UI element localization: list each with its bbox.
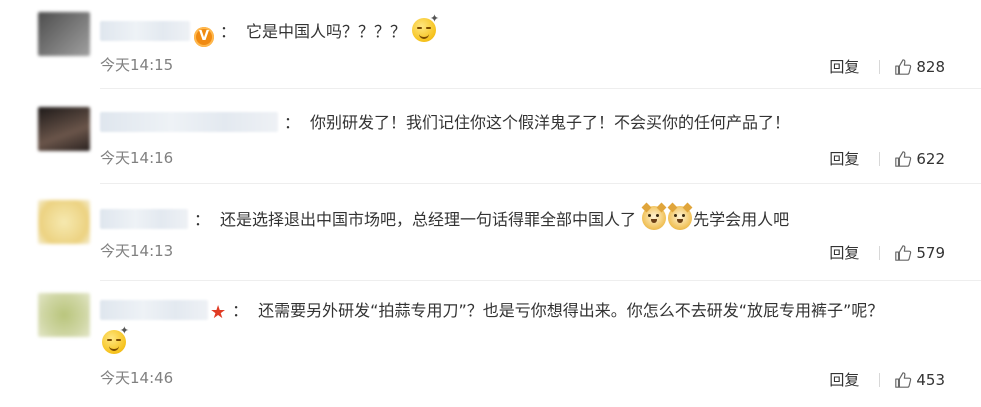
star-badge-icon: ★ [210,302,227,323]
doge-emoji-icon [641,202,667,230]
thumbs-up-icon [895,59,912,75]
like-count: 453 [916,371,945,389]
comment-text: 还需要另外研发“拍蒜专用刀”？也是亏你想得出来。你怎么不去研发“放屁专用裤子”呢… [258,301,884,320]
username[interactable] [100,209,188,229]
thumbs-up-icon [895,372,912,388]
thumbs-up-icon [895,151,912,167]
username[interactable] [100,112,278,132]
reply-button[interactable]: 回复 [829,242,859,264]
comment-item: ★：还需要另外研发“拍蒜专用刀”？也是亏你想得出来。你怎么不去研发“放屁专用裤子… [0,281,981,407]
like-button[interactable]: 828 [894,56,945,78]
comment-item: ：还是选择退出中国市场吧，总经理一句话得罪全部中国人了 先学会用人吧 今天14:… [0,184,981,280]
avatar[interactable] [38,107,90,151]
avatar[interactable] [38,293,90,337]
comment-item: ：你别研发了！我们记住你这个假洋鬼子了！不会买你的任何产品了！ 今天14:16 … [0,89,981,183]
divider [879,373,881,387]
username[interactable] [100,300,208,320]
thumbs-up-icon [895,245,912,261]
avatar[interactable] [38,12,90,56]
like-count: 579 [916,244,945,262]
comment-time: 今天14:15 [100,56,174,74]
like-count: 828 [916,58,945,76]
comment-text: 还是选择退出中国市场吧，总经理一句话得罪全部中国人了 [220,210,637,229]
comment-text-continued: 先学会用人吧 [693,210,790,229]
like-button[interactable]: 453 [894,369,945,391]
divider [879,246,881,260]
divider [879,60,881,74]
comment-item: V：它是中国人吗？？？？ ✦ 今天14:15 回复 828 [0,0,981,88]
reply-button[interactable]: 回复 [829,56,859,78]
like-button[interactable]: 579 [894,242,945,264]
comment-time: 今天14:13 [100,242,174,260]
smirk-emoji-icon: ✦ [102,325,129,354]
doge-emoji-icon [667,202,693,230]
comment-text: 你别研发了！我们记住你这个假洋鬼子了！不会买你的任何产品了！ [310,113,791,132]
avatar[interactable] [38,200,90,244]
like-count: 622 [916,150,945,168]
username[interactable] [100,21,190,41]
comment-time: 今天14:16 [100,149,174,167]
verified-v-badge-icon: V [194,27,214,47]
comment-text: 它是中国人吗？？？？ [246,22,407,41]
smirk-emoji-icon: ✦ [412,13,439,42]
like-button[interactable]: 622 [894,148,945,170]
reply-button[interactable]: 回复 [829,369,859,391]
comment-time: 今天14:46 [100,369,174,387]
reply-button[interactable]: 回复 [829,148,859,170]
divider [879,152,881,166]
